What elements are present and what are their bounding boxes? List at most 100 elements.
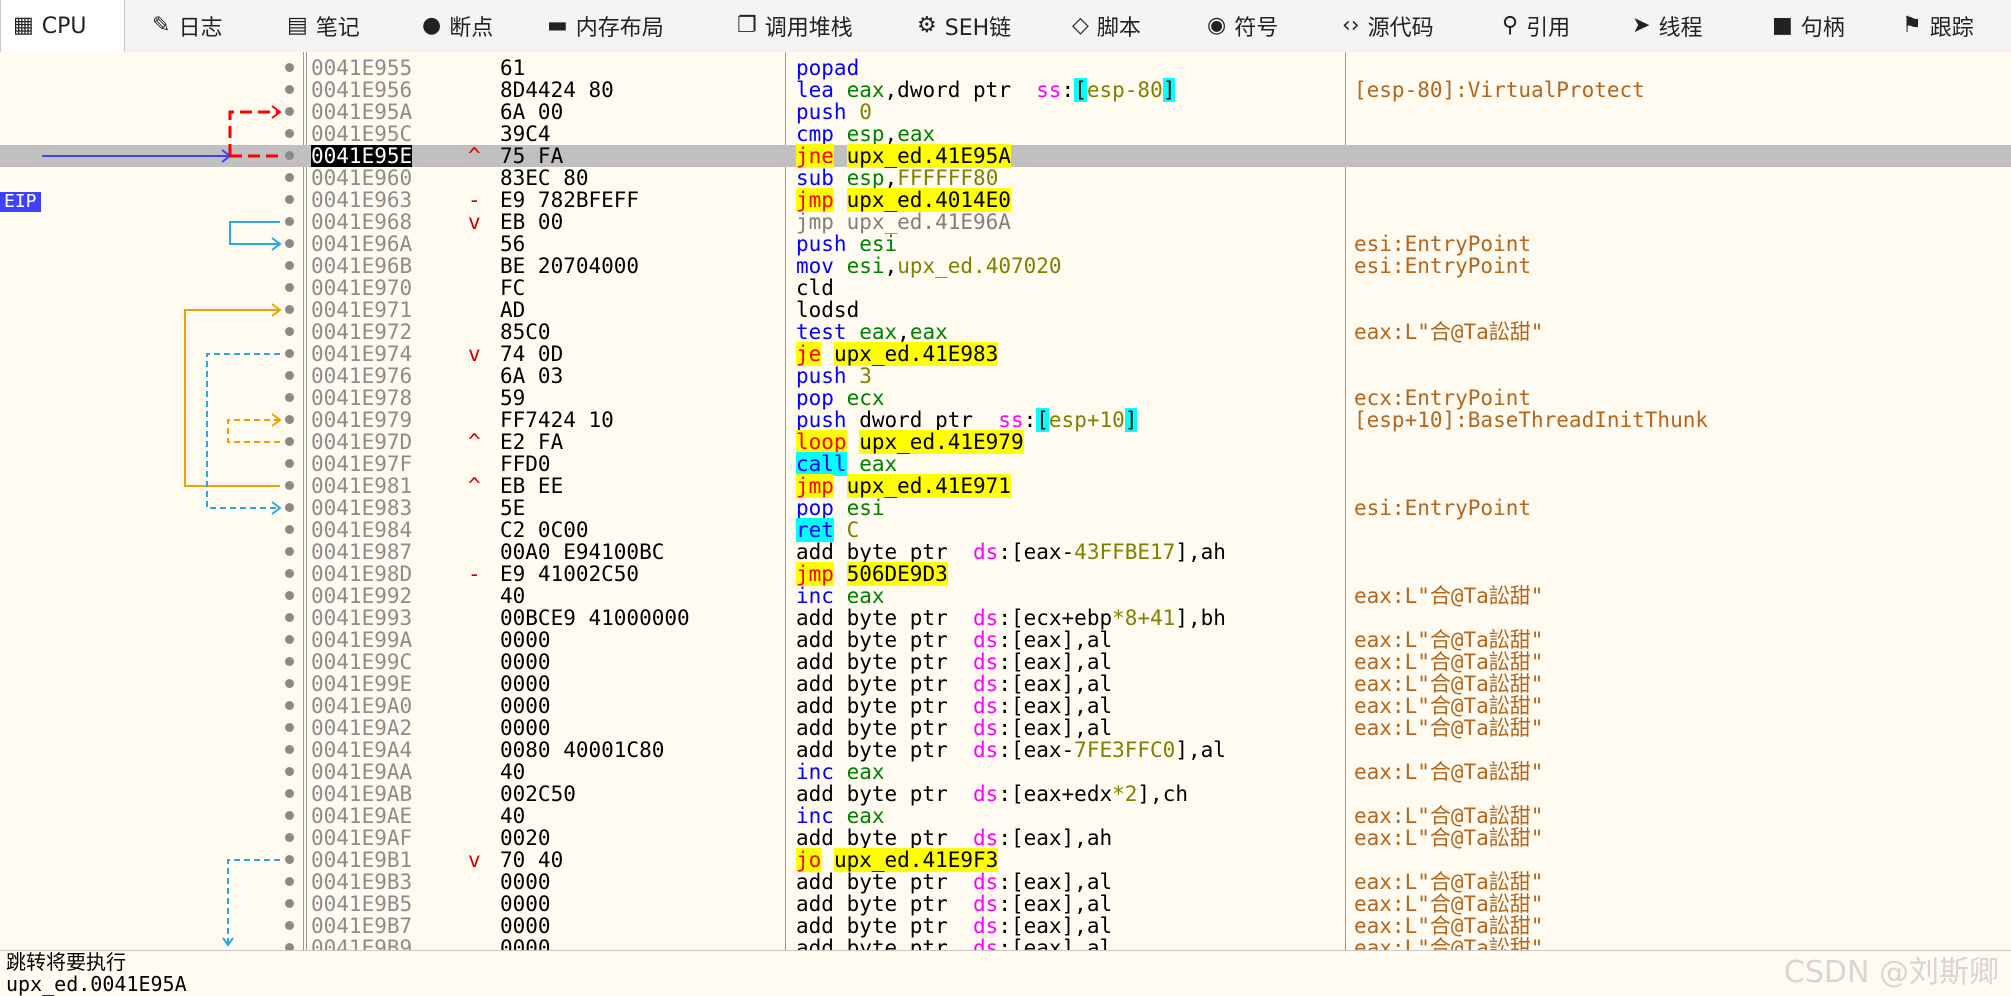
instruction-row[interactable]: 0041E976 6A 03 push 3 (0, 365, 2011, 387)
jump-arrow (184, 309, 280, 487)
bytes: BE 20704000 (500, 254, 640, 278)
instruction-row[interactable]: 0041E95C 39C4 cmp esp,eax (0, 123, 2011, 145)
instruction-row[interactable]: 0041E95E ^ 75 FA jne upx_ed.41E95A (0, 144, 2011, 168)
watermark: CSDN @刘斯卿 (1783, 955, 1999, 990)
instruction-row[interactable]: 0041E97F FFD0 call eax (0, 452, 2011, 476)
token: dword ptr (846, 408, 999, 432)
tab-label: 符号 (1234, 16, 1279, 41)
address: 0041E95C (311, 122, 413, 146)
instruction-row[interactable]: 0041E9A0 0000 add byte ptr ds:[eax],al eax:… (0, 695, 2011, 717)
token: C (846, 518, 860, 542)
instruction-row[interactable]: 0041E992 40 inc eax eax:L"合@Ta訟甜" (0, 585, 2011, 607)
references-icon: ⚲ (1502, 13, 1519, 38)
tab-notes[interactable]: ▤ 笔记 (275, 0, 410, 52)
token: pop (796, 386, 834, 410)
instruction-row[interactable]: 0041E981 ^ EB EE jmp upx_ed.41E971 (0, 474, 2011, 498)
instruction-row[interactable]: 0041E99E 0000 add byte ptr ds:[eax],al eax:… (0, 673, 2011, 695)
comment: eax:L"合@Ta訟甜" (1354, 914, 1544, 938)
address: 0041E9AB (311, 782, 413, 806)
status-target: upx_ed.0041E95A (6, 972, 187, 996)
tab-seh[interactable]: ⚙ SEH链 (905, 0, 1060, 52)
token: upx_ed.407020 (897, 254, 1062, 278)
instruction-row[interactable]: 0041E963 - E9 782BFEFF jmp upx_ed.4014E0 (0, 188, 2011, 212)
tab-trace[interactable]: ⚑ 跟踪 (1890, 0, 2011, 52)
token: [ (1036, 408, 1049, 432)
instruction-row[interactable]: 0041E971 AD lodsd (0, 299, 2011, 321)
jump-marker: - (468, 562, 481, 586)
instruction-row[interactable]: 0041E95A 6A 00 push 0 (0, 101, 2011, 123)
instruction-row[interactable]: 0041E974 v 74 0D je upx_ed.41E983 (0, 342, 2011, 366)
disassembly: inc eax (796, 805, 885, 827)
instruction-row[interactable]: 0041E9A4 0080 40001C80 add byte ptr ds:[ea… (0, 739, 2011, 761)
instruction-row[interactable]: 0041E96B BE 20704000 mov esi,upx_ed.407020… (0, 255, 2011, 277)
disassembly: add byte ptr ds:[eax],al (796, 717, 1112, 739)
disassembly: inc eax (796, 585, 885, 607)
token: eax (897, 122, 936, 146)
address: 0041E972 (311, 320, 413, 344)
token: add byte ptr (796, 826, 974, 850)
address: 0041E968 (311, 210, 413, 234)
tab-references[interactable]: ⚲ 引用 (1490, 0, 1620, 52)
token: : (1061, 78, 1075, 102)
instruction-row[interactable]: 0041E978 59 pop ecx ecx:EntryPoint (0, 387, 2011, 409)
disassembly-view[interactable]: 0041E955 61 popad 0041E956 8D4424 80 lea eax,… (0, 52, 2011, 959)
instruction-row[interactable]: 0041E955 61 popad (0, 57, 2011, 79)
instruction-row[interactable]: 0041E972 85C0 test eax,eax eax:L"合@Ta訟甜" (0, 321, 2011, 343)
instruction-row[interactable]: 0041E9A2 0000 add byte ptr ds:[eax],al eax:… (0, 717, 2011, 739)
instruction-row[interactable]: 0041E968 v EB 00 jmp upx_ed.41E96A (0, 211, 2011, 233)
instruction-row[interactable]: 0041E99C 0000 add byte ptr ds:[eax],al eax:… (0, 651, 2011, 673)
token: je (796, 342, 822, 366)
tab-handles[interactable]: ■ 句柄 (1760, 0, 1890, 52)
instruction-row[interactable]: 0041E9B7 0000 add byte ptr ds:[eax],al eax:… (0, 915, 2011, 937)
tab-script[interactable]: ◇ 脚本 (1060, 0, 1195, 52)
jump-marker: v (468, 210, 481, 234)
instruction-row[interactable]: 0041E96A 56 push esi esi:EntryPoint (0, 233, 2011, 255)
instruction-row[interactable]: 0041E987 00A0 E94100BC add byte ptr ds:[ea… (0, 541, 2011, 563)
tab-memory-map[interactable]: ▬ 内存布局 (535, 0, 725, 52)
instruction-row[interactable]: 0041E970 FC cld (0, 277, 2011, 299)
token: upx_ed.4014E0 (846, 188, 1011, 212)
disassembly: jo upx_ed.41E9F3 (796, 848, 999, 872)
instruction-row[interactable]: 0041E993 00BCE9 41000000 add byte ptr ds:[… (0, 607, 2011, 629)
instruction-row[interactable]: 0041E9B3 0000 add byte ptr ds:[eax],al eax:… (0, 871, 2011, 893)
tab-threads[interactable]: ➤ 线程 (1620, 0, 1760, 52)
tab-breakpoint[interactable]: ● 断点 (410, 0, 535, 52)
instruction-row[interactable]: 0041E983 5E pop esi esi:EntryPoint (0, 497, 2011, 519)
token: add byte ptr (796, 606, 974, 630)
instruction-row[interactable]: 0041E960 83EC 80 sub esp,FFFFFF80 (0, 167, 2011, 189)
address: 0041E9B1 (311, 848, 413, 872)
disassembly: add byte ptr ds:[eax],al (796, 871, 1112, 893)
token: ds (973, 782, 999, 806)
tab-call-stack[interactable]: ❐ 调用堆栈 (725, 0, 905, 52)
disassembly: push dword ptr ss:[esp+10] (796, 408, 1138, 432)
instruction-row[interactable]: 0041E984 C2 0C00 ret C (0, 518, 2011, 542)
instruction-row[interactable]: 0041E9AF 0020 add byte ptr ds:[eax],ah eax:… (0, 827, 2011, 849)
tab-symbols[interactable]: ◉ 符号 (1195, 0, 1330, 52)
instruction-row[interactable]: 0041E98D - E9 41002C50 jmp 506DE9D3 (0, 562, 2011, 586)
call-stack-icon: ❐ (737, 13, 757, 38)
disassembly: sub esp,FFFFFF80 (796, 167, 998, 189)
instruction-row[interactable]: 0041E9B5 0000 add byte ptr ds:[eax],al eax:… (0, 893, 2011, 915)
bytes: 6A 00 (500, 100, 564, 124)
token: :[eax- (998, 540, 1075, 564)
tab-log[interactable]: ✎ 日志 (140, 0, 275, 52)
instruction-row[interactable]: 0041E9AB 002C50 add byte ptr ds:[eax+edx*2… (0, 783, 2011, 805)
instruction-row[interactable]: 0041E9AA 40 inc eax eax:L"合@Ta訟甜" (0, 761, 2011, 783)
tab-source[interactable]: ‹› 源代码 (1330, 0, 1490, 52)
token: inc (796, 584, 834, 608)
instruction-row[interactable]: 0041E9B1 v 70 40 jo upx_ed.41E9F3 (0, 848, 2011, 872)
instruction-row[interactable]: 0041E9AE 40 inc eax eax:L"合@Ta訟甜" (0, 805, 2011, 827)
instruction-row[interactable]: 0041E956 8D4424 80 lea eax,dword ptr ss:[e… (0, 78, 2011, 102)
instruction-row[interactable]: 0041E979 FF7424 10 push dword ptr ss:[esp+… (0, 408, 2011, 432)
disassembly: push 0 (796, 101, 872, 123)
instruction-row[interactable]: 0041E99A 0000 add byte ptr ds:[eax],al eax:… (0, 629, 2011, 651)
instruction-row[interactable]: 0041E97D ^ E2 FA loop upx_ed.41E979 (0, 430, 2011, 454)
tab-cpu[interactable]: ▦ CPU (0, 0, 125, 52)
bytes: E2 FA (500, 430, 564, 454)
tab-label: 断点 (449, 16, 494, 41)
threads-icon: ➤ (1632, 13, 1651, 38)
